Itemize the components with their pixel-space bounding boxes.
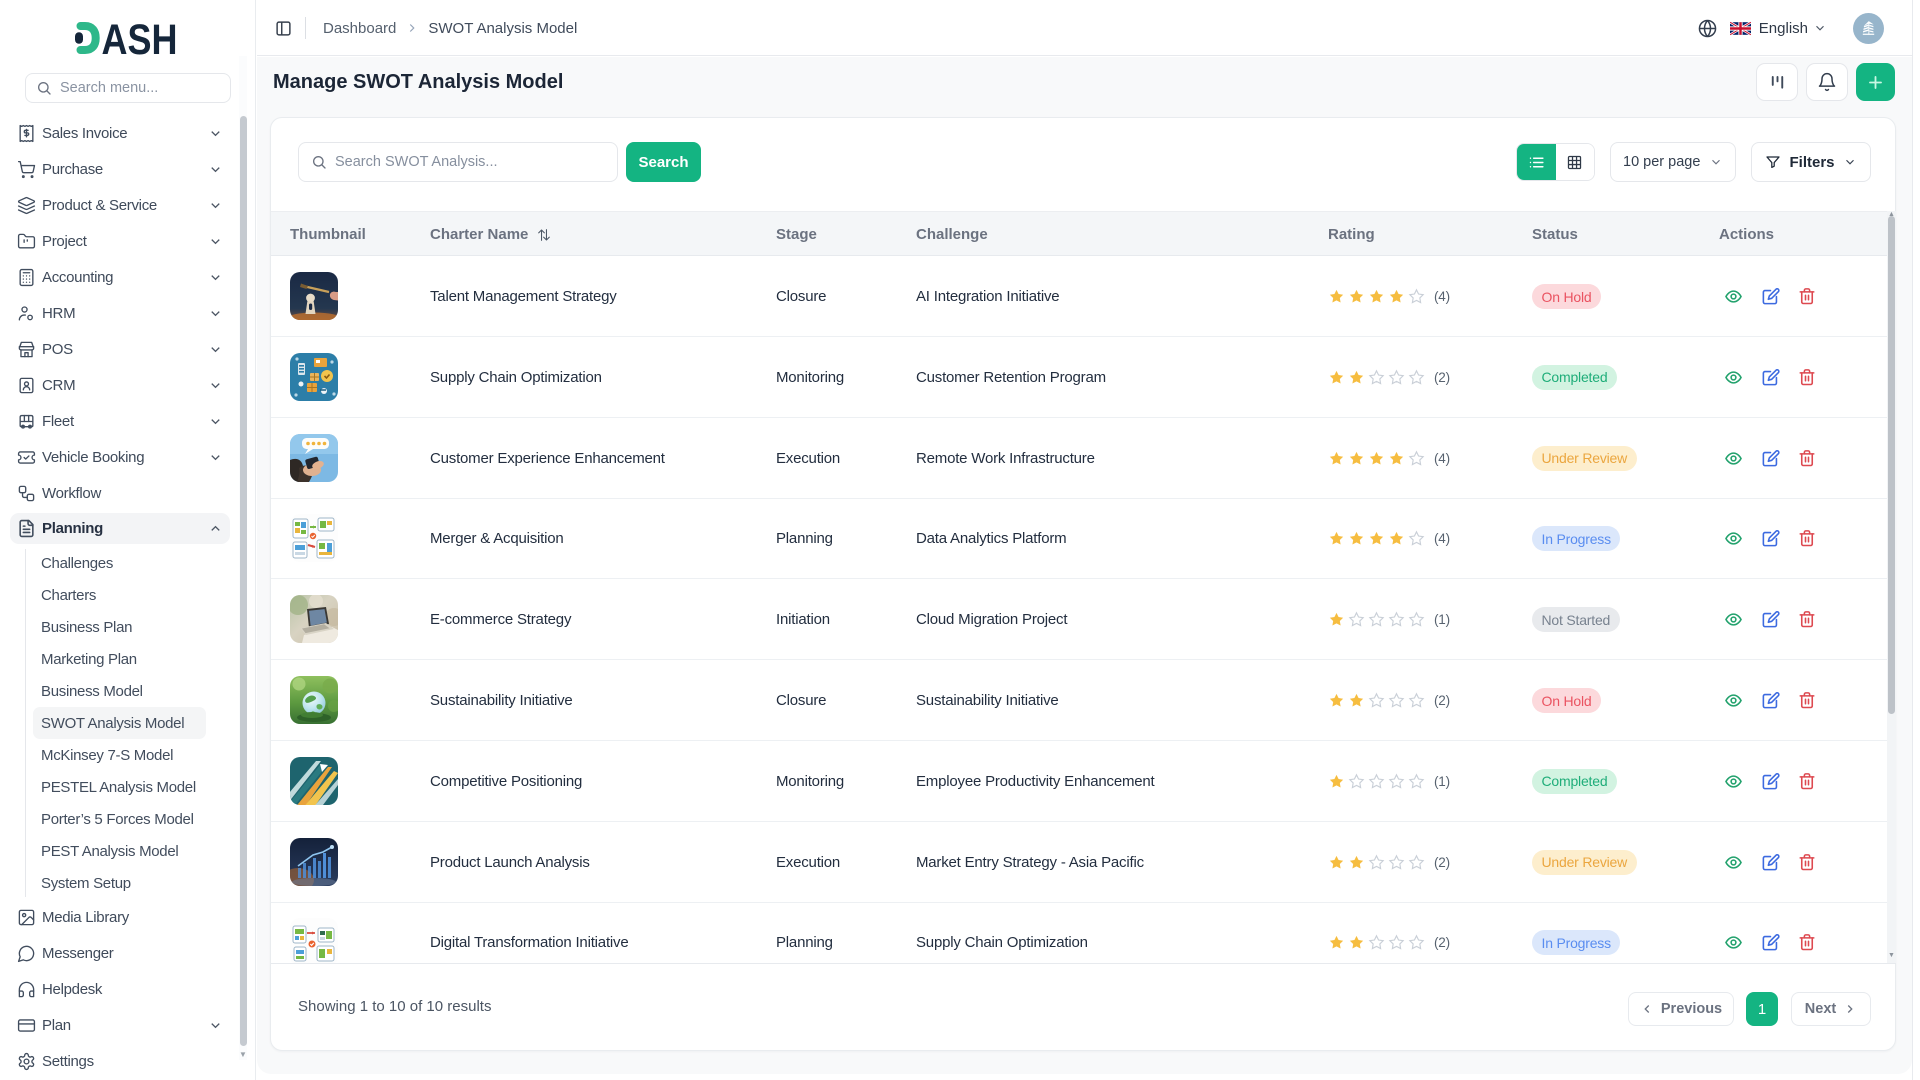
svg-text:ASH: ASH: [102, 16, 178, 64]
